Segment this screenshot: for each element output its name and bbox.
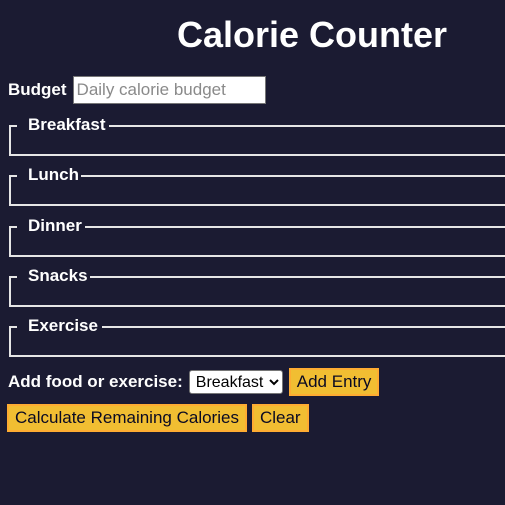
budget-label: Budget [8, 80, 67, 99]
fieldset-border [9, 276, 17, 278]
fieldset-border [90, 276, 505, 278]
add-entry-button[interactable]: Add Entry [288, 368, 380, 396]
exercise-legend: Exercise [27, 316, 99, 336]
breakfast-legend: Breakfast [27, 115, 107, 135]
dinner-legend: Dinner [27, 216, 83, 236]
action-row: Calculate Remaining Calories Clear [7, 404, 309, 432]
fieldset-border [81, 175, 505, 177]
fieldset-border [9, 125, 17, 127]
entry-label: Add food or exercise: [8, 372, 183, 391]
breakfast-fieldset: Breakfast [9, 115, 505, 156]
lunch-legend: Lunch [27, 165, 80, 185]
entry-row: Add food or exercise: Breakfast Add Entr… [8, 368, 380, 396]
budget-row: Budget [8, 76, 266, 104]
fieldset-border [102, 326, 505, 328]
calorie-counter-page: Calorie Counter Budget Breakfast Lunch D… [0, 0, 505, 505]
clear-button[interactable]: Clear [251, 404, 309, 432]
entry-type-select[interactable]: Breakfast [188, 370, 283, 394]
fieldset-border [9, 175, 17, 177]
snacks-legend: Snacks [27, 266, 89, 286]
exercise-fieldset: Exercise [9, 316, 505, 357]
fieldset-border [9, 326, 17, 328]
budget-input[interactable] [72, 76, 266, 104]
page-title: Calorie Counter [177, 14, 448, 55]
fieldset-border [9, 226, 17, 228]
snacks-fieldset: Snacks [9, 266, 505, 307]
lunch-fieldset: Lunch [9, 165, 505, 206]
dinner-fieldset: Dinner [9, 216, 505, 257]
fieldset-border [85, 226, 505, 228]
calculate-button[interactable]: Calculate Remaining Calories [7, 404, 247, 432]
fieldset-border [109, 125, 505, 127]
